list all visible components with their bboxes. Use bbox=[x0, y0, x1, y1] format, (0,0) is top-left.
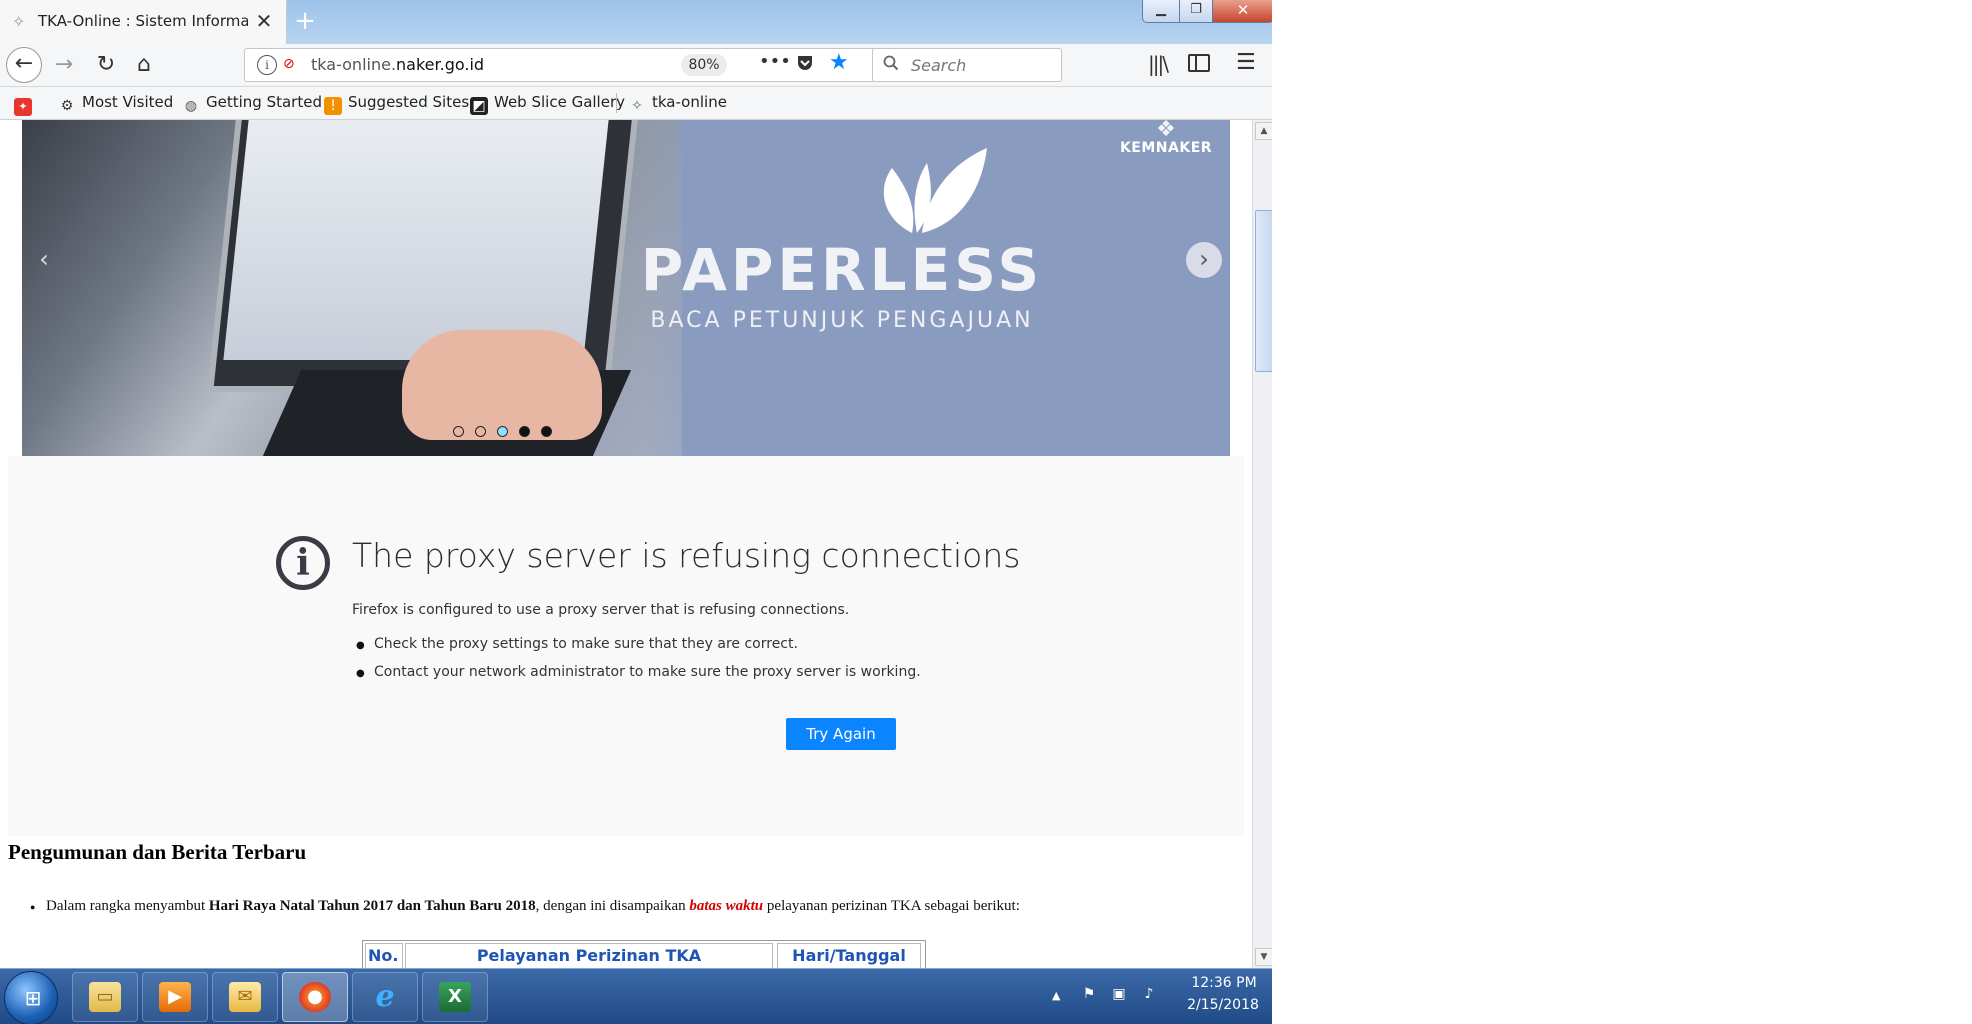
zoom-reset-button[interactable]: 80% bbox=[681, 54, 727, 76]
tab-strip: ✧ TKA-Online : Sistem Informasi P ✕ + ▁ … bbox=[0, 0, 1272, 44]
restore-button[interactable]: ❐ bbox=[1179, 0, 1213, 23]
search-bar[interactable]: Search bbox=[872, 48, 1062, 82]
try-again-button[interactable]: Try Again bbox=[786, 718, 896, 750]
taskbar-file-explorer[interactable]: ▭ bbox=[72, 972, 138, 1022]
url-bar[interactable]: i ⊘ tka-online.naker.go.id 80% ••• ★ bbox=[244, 48, 936, 82]
bookmark-firefox[interactable]: ✦ bbox=[14, 93, 38, 116]
announcement-item: Dalam rangka menyambut Hari Raya Natal T… bbox=[30, 898, 1020, 916]
page-actions-icon[interactable]: ••• bbox=[759, 51, 791, 72]
info-icon[interactable]: i bbox=[257, 55, 277, 75]
kemnaker-logo: ❖ KEMNAKER bbox=[1116, 120, 1216, 166]
bookmark-star-icon[interactable]: ★ bbox=[829, 50, 849, 75]
start-button[interactable]: ⊞ bbox=[4, 971, 58, 1024]
scroll-thumb[interactable] bbox=[1255, 210, 1272, 372]
search-input[interactable]: Search bbox=[911, 56, 966, 75]
library-icon[interactable]: |||\ bbox=[1148, 52, 1169, 76]
media-player-icon: ▶ bbox=[159, 982, 191, 1012]
mail-icon: ✉ bbox=[229, 982, 261, 1012]
forward-button[interactable]: → bbox=[48, 49, 80, 81]
windows-taskbar: ⊞ ▭ ▶ ✉ ● e X ▲ ⚑ ▣ ♪ 12:36 PM 2/15/2018 bbox=[0, 968, 1272, 1024]
bookmark-web-slice-gallery[interactable]: ◩ Web Slice Gallery bbox=[470, 93, 625, 115]
error-description: Firefox is configured to use a proxy ser… bbox=[352, 602, 850, 618]
carousel-dot[interactable] bbox=[453, 426, 464, 437]
bookmark-tka-online[interactable]: ✧ tka-online bbox=[628, 93, 727, 115]
close-window-button[interactable]: ✕ bbox=[1212, 0, 1272, 23]
loading-icon: ✧ bbox=[12, 12, 26, 31]
excel-icon: X bbox=[439, 982, 471, 1012]
error-title: The proxy server is refusing connections bbox=[352, 536, 1021, 575]
action-center-flag-icon[interactable]: ⚑ bbox=[1080, 985, 1098, 1003]
tka-favicon-icon: ✧ bbox=[631, 98, 643, 114]
pocket-icon[interactable] bbox=[795, 53, 815, 73]
service-schedule-table: No. Pelayanan Perizinan TKA Hari/Tanggal bbox=[362, 940, 926, 968]
leaf-logo-icon bbox=[883, 148, 987, 233]
minimize-button[interactable]: ▁ bbox=[1142, 0, 1180, 23]
internet-explorer-icon: e bbox=[375, 979, 395, 1014]
globe-icon: ◍ bbox=[184, 98, 198, 114]
clock-time[interactable]: 12:36 PM bbox=[1184, 975, 1264, 991]
laptop-screen-image bbox=[223, 120, 609, 360]
carousel-dot[interactable] bbox=[475, 426, 486, 437]
scroll-up-button[interactable]: ▲ bbox=[1255, 122, 1272, 140]
taskbar-internet-explorer[interactable]: e bbox=[352, 972, 418, 1022]
page-content: ❖ KEMNAKER PAPERLESS BACA PETUNJUK PENGA… bbox=[0, 120, 1252, 968]
sidebar-icon[interactable] bbox=[1188, 54, 1210, 72]
close-tab-icon[interactable]: ✕ bbox=[252, 8, 276, 34]
bookmark-most-visited[interactable]: ⚙ Most Visited bbox=[58, 93, 174, 115]
announcements-heading: Pengumunan dan Berita Terbaru bbox=[8, 840, 307, 864]
carousel-prev-button[interactable]: ‹ bbox=[26, 242, 62, 278]
bookmark-getting-started[interactable]: ◍ Getting Started bbox=[182, 93, 322, 115]
hand-image bbox=[402, 330, 602, 440]
hero-carousel: ❖ KEMNAKER PAPERLESS BACA PETUNJUK PENGA… bbox=[22, 120, 1230, 456]
error-tip: Contact your network administrator to ma… bbox=[356, 664, 921, 684]
suggested-sites-icon: ! bbox=[324, 97, 342, 115]
proxy-error-panel: i The proxy server is refusing connectio… bbox=[8, 456, 1244, 836]
scroll-down-button[interactable]: ▼ bbox=[1255, 948, 1272, 966]
hamburger-menu-icon[interactable]: ☰ bbox=[1236, 50, 1256, 75]
browser-window: ✧ TKA-Online : Sistem Informasi P ✕ + ▁ … bbox=[0, 0, 1272, 1024]
reload-button[interactable]: ↻ bbox=[90, 49, 122, 81]
taskbar-outlook[interactable]: ✉ bbox=[212, 972, 278, 1022]
folder-icon: ▭ bbox=[89, 982, 121, 1012]
taskbar-media-player[interactable]: ▶ bbox=[142, 972, 208, 1022]
insecure-connection-icon[interactable]: ⊘ bbox=[283, 55, 301, 73]
navigation-toolbar: ← → ↻ ⌂ i ⊘ tka-online.naker.go.id 80% •… bbox=[0, 44, 1272, 87]
bookmark-separator bbox=[616, 93, 617, 113]
bookmarks-toolbar: ✦ ⚙ Most Visited ◍ Getting Started ! Sugges… bbox=[0, 87, 1272, 120]
back-button[interactable]: ← bbox=[6, 47, 42, 83]
network-icon[interactable]: ▣ bbox=[1110, 985, 1128, 1003]
bookmark-suggested-sites[interactable]: ! Suggested Sites bbox=[324, 93, 469, 115]
taskbar-firefox[interactable]: ● bbox=[282, 972, 348, 1022]
web-slice-icon: ◩ bbox=[470, 97, 488, 115]
new-tab-button[interactable]: + bbox=[290, 6, 320, 36]
home-button[interactable]: ⌂ bbox=[128, 49, 160, 81]
kemnaker-mark-icon: ❖ bbox=[1156, 120, 1176, 142]
tab-tka-online[interactable]: ✧ TKA-Online : Sistem Informasi P ✕ bbox=[0, 0, 287, 44]
error-tip: Check the proxy settings to make sure th… bbox=[356, 636, 798, 656]
taskbar-excel[interactable]: X bbox=[422, 972, 488, 1022]
carousel-dot-active[interactable] bbox=[497, 426, 508, 437]
carousel-dot[interactable] bbox=[541, 426, 552, 437]
search-icon bbox=[883, 55, 899, 75]
banner-heading: PAPERLESS bbox=[640, 236, 1044, 304]
clock-date[interactable]: 2/15/2018 bbox=[1180, 997, 1266, 1013]
url-text[interactable]: tka-online.naker.go.id bbox=[311, 55, 484, 74]
volume-muted-icon[interactable]: ♪ bbox=[1140, 985, 1158, 1003]
firefox-icon: ● bbox=[299, 982, 331, 1012]
table-header-service: Pelayanan Perizinan TKA bbox=[405, 943, 773, 968]
carousel-next-button[interactable]: › bbox=[1186, 242, 1222, 278]
windows-logo-icon: ⊞ bbox=[24, 986, 42, 1010]
table-header-no: No. bbox=[365, 943, 403, 968]
table-header-date: Hari/Tanggal bbox=[777, 943, 921, 968]
gear-icon: ⚙ bbox=[60, 98, 74, 114]
tab-title: TKA-Online : Sistem Informasi P bbox=[38, 12, 248, 30]
firefox-logo-icon: ✦ bbox=[14, 98, 32, 116]
carousel-dot[interactable] bbox=[519, 426, 530, 437]
show-hidden-icons-button[interactable]: ▲ bbox=[1052, 989, 1060, 1002]
banner-subheading[interactable]: BACA PETUNJUK PENGAJUAN bbox=[602, 308, 1082, 333]
vertical-scrollbar[interactable]: ▲ ▼ bbox=[1252, 120, 1272, 968]
info-circle-icon: i bbox=[276, 536, 330, 590]
